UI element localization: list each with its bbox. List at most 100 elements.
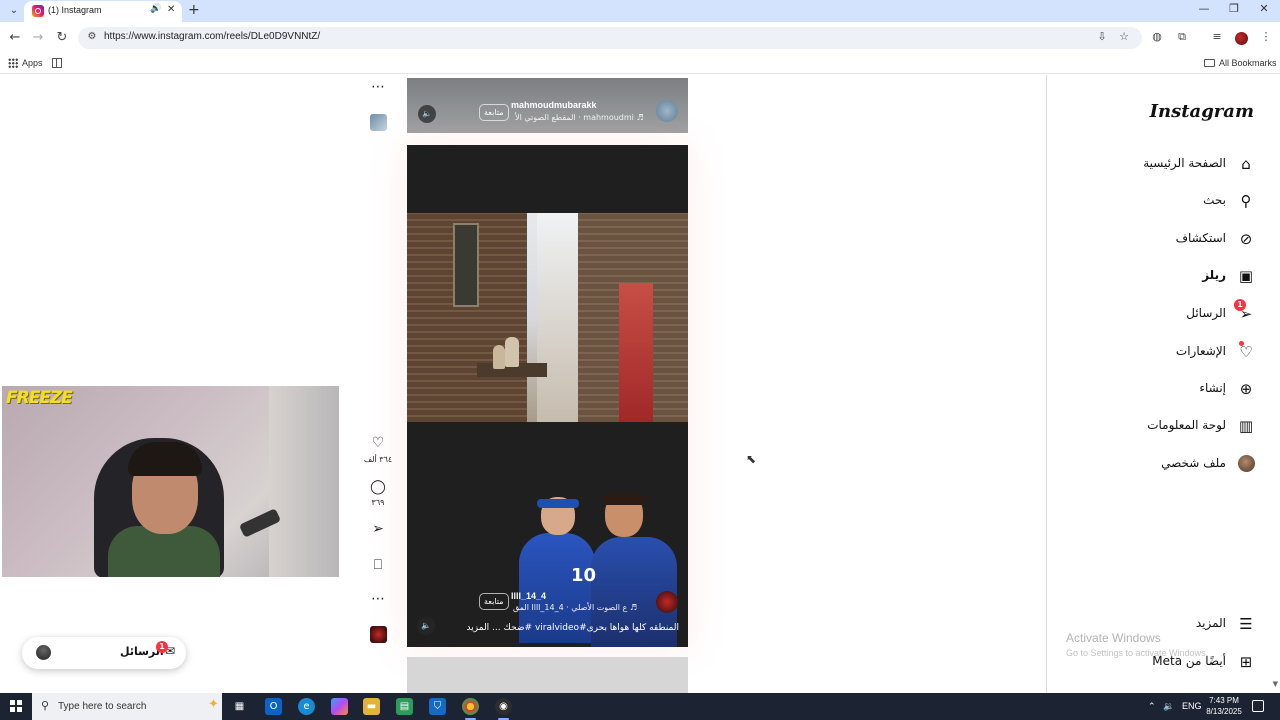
instagram-reels-page: FREEZE الرسائل ✉ 1 ⋯ 🔈 متابعة mahmoudmub… (0, 75, 1280, 693)
sidebar-item-explore[interactable]: ⊘ استكشاف (1056, 227, 1256, 251)
copilot-icon[interactable] (331, 698, 348, 715)
scene-window (453, 223, 479, 307)
tab-instagram[interactable]: (1) Instagram 🔊 ✕ (24, 1, 182, 22)
scroll-down-arrow-icon[interactable]: ▼ (1273, 680, 1278, 688)
top-reel-username[interactable]: mahmoudmubarakk (511, 100, 597, 110)
tab-search-chevron-icon[interactable]: ⌄ (6, 3, 22, 19)
sidebar-item-create[interactable]: ⊕ إنشاء (1056, 377, 1256, 401)
sidebar-item-dashboard[interactable]: ▥ لوحة المعلومات (1056, 414, 1256, 438)
notifications-dot (1239, 341, 1244, 346)
top-reel-audio[interactable]: ♬ mahmoudmi · المقطع الصوتي الأ (515, 113, 644, 122)
tab-groups-icon[interactable] (52, 58, 62, 68)
main-reel-more-icon[interactable]: ⋯ (368, 591, 388, 607)
messages-pill-badge: 1 (156, 641, 168, 653)
comment-icon[interactable]: ◯ (368, 479, 388, 495)
main-reel-username[interactable]: llll_14_4 (511, 591, 546, 601)
browser-toolbar: ← → ↻ ⚙ https://www.instagram.com/reels/… (0, 22, 1280, 54)
tray-overflow-icon[interactable]: ⌃ (1148, 701, 1156, 712)
minimize-icon[interactable]: — (1194, 2, 1214, 15)
main-reel-mute-icon[interactable]: 🔈 (417, 617, 435, 635)
taskbar-clock[interactable]: 7:43 PM 8/13/2025 (1204, 695, 1244, 717)
compass-icon: ⊘ (1239, 230, 1253, 248)
back-icon[interactable]: ← (7, 30, 23, 46)
messages-floating-button[interactable]: الرسائل ✉ 1 (22, 637, 186, 669)
browser-profile-avatar[interactable] (1235, 32, 1248, 45)
top-reel-mute-icon[interactable]: 🔈 (418, 105, 436, 123)
plus-icon: ⊕ (1239, 380, 1253, 398)
file-explorer-icon[interactable]: ▬ (363, 698, 380, 715)
top-reel-more-icon[interactable]: ⋯ (368, 79, 388, 95)
webcam-overlay: FREEZE (2, 386, 339, 577)
top-reel-audio-thumb[interactable] (370, 114, 387, 131)
security-shield-icon[interactable]: ⛉ (429, 698, 446, 715)
sidebar-item-label: استكشاف (1175, 231, 1226, 245)
extensions-puzzle-icon[interactable]: ⧉ (1174, 30, 1190, 44)
search-icon: ⚲ (1240, 192, 1252, 210)
main-reel-follow-button[interactable]: متابعة (479, 593, 509, 610)
reel-video-alley-scene (407, 213, 688, 422)
windows-start-icon[interactable] (10, 700, 22, 712)
store-icon[interactable]: ▤ (396, 698, 413, 715)
menu-hamburger-icon: ☰ (1239, 615, 1253, 633)
reel-next[interactable] (407, 657, 688, 693)
tab-audio-icon[interactable]: 🔊 (150, 4, 161, 14)
sidebar-item-home[interactable]: ⌂ الصفحة الرئيسية (1056, 152, 1256, 176)
restore-icon[interactable]: ❐ (1224, 2, 1244, 15)
bookmark-apps[interactable]: Apps (22, 58, 43, 68)
main-reel-audio[interactable]: ♬ ع الصوت الأصلي · llll_14_4 المق (513, 603, 637, 612)
sidebar-item-search[interactable]: ⚲ بحث (1056, 189, 1256, 213)
apps-grid-icon[interactable] (8, 58, 18, 68)
extension-globe-icon[interactable]: ◍ (1149, 30, 1165, 43)
input-language[interactable]: ENG (1182, 701, 1202, 711)
main-reel-avatar[interactable] (656, 591, 678, 613)
sidebar-item-label: لوحة المعلومات (1147, 418, 1226, 432)
url-text[interactable]: https://www.instagram.com/reels/DLe0D9VN… (104, 31, 320, 42)
tab-close-icon[interactable]: ✕ (167, 4, 175, 15)
new-tab-button[interactable]: + (188, 2, 200, 18)
sidebar-item-label: ملف شخصي (1161, 456, 1226, 470)
mouse-cursor-icon: ⬉ (746, 452, 757, 466)
webcam-person-hair (128, 442, 202, 476)
taskbar-search-box[interactable]: ⚲ Type here to search ✦ (32, 693, 222, 720)
media-controls-icon[interactable]: ≡ (1209, 30, 1225, 43)
close-window-icon[interactable]: ✕ (1254, 2, 1274, 15)
poster-man-hair (603, 493, 645, 505)
bookmark-star-icon[interactable]: ☆ (1116, 30, 1132, 43)
instagram-logo[interactable]: Instagram (1150, 101, 1254, 122)
sidebar-item-label: إنشاء (1199, 381, 1226, 395)
all-bookmarks[interactable]: All Bookmarks (1219, 58, 1277, 68)
notification-center-icon[interactable] (1252, 700, 1264, 712)
volume-icon[interactable]: 🔉 (1163, 701, 1174, 712)
task-view-icon[interactable]: ▦ (231, 698, 248, 715)
install-app-icon[interactable]: ⇩ (1094, 30, 1110, 43)
main-reel-audio-thumb[interactable] (370, 626, 387, 643)
sidebar-item-notifications[interactable]: ♡ الإشعارات (1056, 340, 1256, 364)
reload-icon[interactable]: ↻ (54, 30, 70, 46)
chrome-icon[interactable] (462, 698, 479, 720)
instagram-favicon-icon (32, 5, 44, 17)
top-reel-follow-button[interactable]: متابعة (479, 104, 509, 121)
instagram-sidebar: Instagram ⌂ الصفحة الرئيسية ⚲ بحث ⊘ استك… (1046, 75, 1280, 693)
reels-icon: ▣ (1238, 267, 1254, 285)
save-bookmark-icon[interactable]: ⎕ (368, 557, 388, 573)
reel-current[interactable]: 10 متابعة llll_14_4 ♬ ع الصوت الأصلي · l… (407, 145, 688, 647)
outlook-icon[interactable]: O (265, 698, 282, 715)
edge-icon[interactable]: e (298, 698, 315, 715)
top-reel-avatar[interactable] (656, 100, 678, 122)
sidebar-item-profile[interactable]: ملف شخصي (1056, 452, 1256, 476)
sidebar-item-label: المزيد (1195, 616, 1226, 630)
sidebar-item-label: ريلز (1202, 268, 1226, 282)
address-bar[interactable]: ⚙ https://www.instagram.com/reels/DLe0D9… (78, 27, 1142, 49)
obs-icon[interactable]: ◉ (495, 698, 512, 720)
sidebar-item-messages[interactable]: ➢ 1 الرسائل (1056, 299, 1256, 326)
scene-person-middle (505, 337, 519, 367)
main-reel-caption[interactable]: المنطقه كلها هواها بحرى#viralvideo #ضحك … (457, 623, 679, 633)
forward-icon[interactable]: → (30, 30, 46, 46)
sidebar-item-reels[interactable]: ▣ ريلز (1056, 264, 1256, 288)
copilot-sparkle-icon[interactable]: ✦ (208, 697, 219, 712)
site-info-icon[interactable]: ⚙ (86, 31, 98, 43)
like-heart-icon[interactable]: ♡ (368, 435, 388, 451)
menu-kebab-icon[interactable]: ⋮ (1258, 30, 1274, 43)
share-send-icon[interactable]: ➢ (368, 521, 388, 537)
reel-previous[interactable]: 🔈 متابعة mahmoudmubarakk ♬ mahmoudmi · ا… (407, 78, 688, 133)
